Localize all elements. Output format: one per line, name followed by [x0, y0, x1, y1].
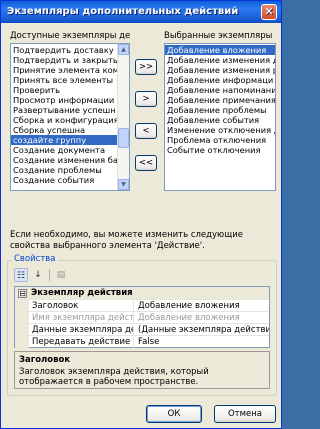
list-item[interactable]: Изменение отключения д: [165, 125, 275, 135]
list-item[interactable]: Добавление вложения: [165, 45, 275, 55]
list-item[interactable]: Подтвердить и закрыть: [11, 55, 117, 65]
category-header[interactable]: ⊟ Экземпляр действия: [15, 287, 269, 299]
title-bar[interactable]: Экземпляры дополнительных действий ✕: [1, 1, 281, 23]
list-item[interactable]: Добавление примечания: [165, 95, 275, 105]
available-listbox[interactable]: Подтвердить доставку Подтвердить и закрыт…: [10, 43, 130, 191]
list-item[interactable]: Проблема отключения: [165, 135, 275, 145]
list-item[interactable]: Создание события: [11, 175, 117, 185]
property-grid: ⊟ Экземпляр действия Заголовок Добавление…: [14, 286, 270, 348]
list-item[interactable]: Просмотр информации р: [11, 95, 117, 105]
list-item[interactable]: Подтвердить доставку: [11, 45, 117, 55]
list-item[interactable]: создайте группу: [11, 135, 117, 145]
description-panel: Заголовок Заголовок экземпляра действия,…: [14, 351, 270, 389]
property-value[interactable]: False: [135, 336, 269, 348]
property-pages-icon[interactable]: ▤: [54, 268, 68, 282]
description-text: Заголовок экземпляра действия, который о…: [19, 367, 209, 387]
add-button[interactable]: >: [135, 91, 157, 107]
list-item[interactable]: Принятие элемента ком: [11, 65, 117, 75]
categorized-icon[interactable]: ☷: [14, 268, 28, 282]
close-button[interactable]: ✕: [261, 4, 277, 20]
row-gutter: [15, 336, 29, 348]
list-item[interactable]: Добавление изменения р: [165, 65, 275, 75]
hint-text: Если необходимо, вы можете изменить след…: [10, 230, 243, 251]
list-item[interactable]: Проверить: [11, 85, 117, 95]
remove-all-button[interactable]: <<: [135, 155, 157, 171]
collapse-icon[interactable]: ⊟: [18, 289, 27, 298]
list-item[interactable]: Событие отключения: [165, 145, 275, 155]
toolbar-separator: [49, 269, 50, 281]
selected-listbox[interactable]: Добавление вложения Добавление изменения …: [164, 43, 276, 191]
scroll-down-icon[interactable]: ▼: [118, 179, 129, 190]
property-name: Передавать действие дочерним: [29, 336, 134, 348]
property-row[interactable]: Передавать действие дочернимFalse: [15, 335, 269, 348]
available-scrollbar[interactable]: ▲ ▼: [117, 44, 129, 190]
ok-button[interactable]: ОК: [146, 405, 202, 423]
scroll-thumb[interactable]: [118, 128, 129, 148]
add-all-button[interactable]: >>: [135, 59, 157, 75]
list-item[interactable]: Добавление информаци: [165, 75, 275, 85]
dialog-window: Экземпляры дополнительных действий ✕ Дос…: [0, 0, 282, 429]
description-title: Заголовок: [19, 355, 71, 365]
cancel-button[interactable]: Отмена: [214, 405, 276, 423]
alphabetical-icon[interactable]: ↓: [31, 268, 45, 282]
list-item[interactable]: Добавление напоминани: [165, 85, 275, 95]
list-item[interactable]: Добавление события: [165, 115, 275, 125]
properties-group-title: Свойства: [12, 254, 58, 264]
available-label: Доступные экземпляры де: [10, 31, 130, 41]
list-item[interactable]: Сборка успешна: [11, 125, 117, 135]
list-item[interactable]: Добавление изменения д: [165, 55, 275, 65]
list-item[interactable]: Принять все элементы: [11, 75, 117, 85]
remove-button[interactable]: <: [135, 123, 157, 139]
list-item[interactable]: Создание документа: [11, 145, 117, 155]
list-item[interactable]: Добавление проблемы: [165, 105, 275, 115]
list-item[interactable]: Создание проблемы: [11, 165, 117, 175]
properties-toolbar: ☷ ↓ ▤: [14, 267, 84, 285]
scroll-up-icon[interactable]: ▲: [118, 44, 129, 55]
list-item[interactable]: Создание изменения ба: [11, 155, 117, 165]
list-item[interactable]: Развертывание успешн: [11, 105, 117, 115]
window-title: Экземпляры дополнительных действий: [7, 6, 239, 17]
list-item[interactable]: Сборка и конфигурация: [11, 115, 117, 125]
selected-label: Выбранные экземпляры: [164, 31, 273, 41]
category-title: Экземпляр действия: [31, 288, 133, 298]
close-icon: ✕: [264, 5, 274, 18]
